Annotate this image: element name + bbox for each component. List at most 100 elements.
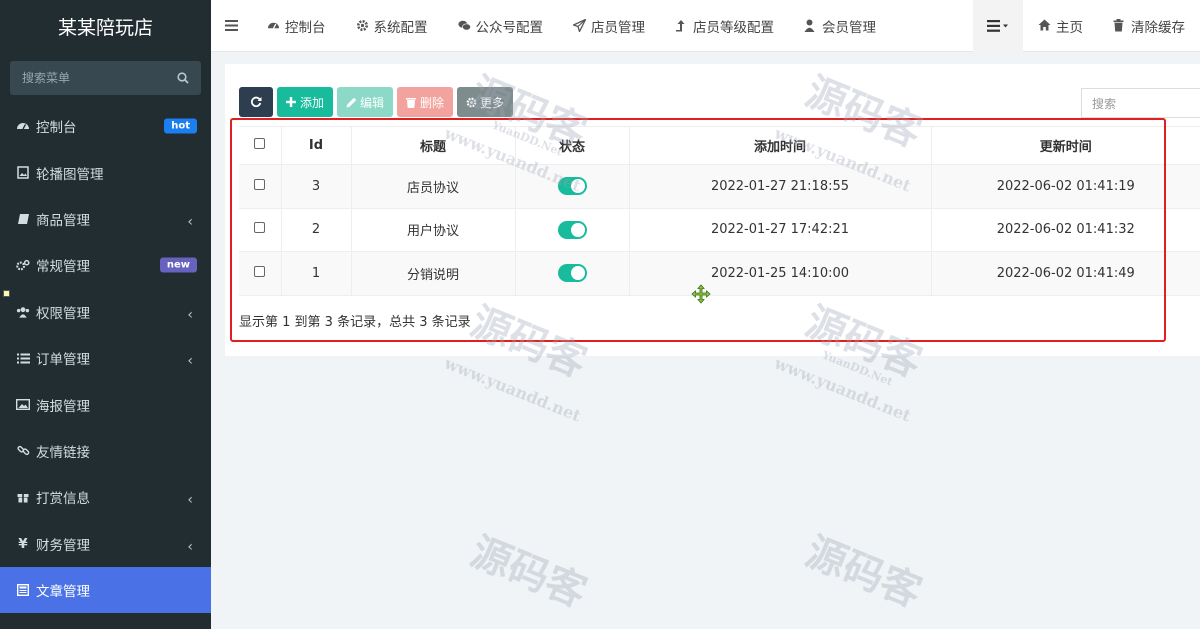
sidebar-item-label: 打赏信息 bbox=[36, 491, 90, 508]
level-up-icon bbox=[675, 19, 688, 32]
sidebar-item-label: 财务管理 bbox=[36, 537, 90, 554]
nav-right-group: 主页 清除缓存 bbox=[973, 0, 1200, 52]
sidebar-item-articles[interactable]: 文章管理 bbox=[0, 566, 211, 614]
nav-tab-wechat-config[interactable]: 公众号配置 bbox=[443, 0, 559, 52]
nav-tab-members[interactable]: 会员管理 bbox=[789, 0, 891, 52]
column-header-id[interactable]: Id bbox=[280, 126, 351, 165]
move-cursor-icon bbox=[691, 284, 711, 304]
home-link[interactable]: 主页 bbox=[1023, 0, 1098, 52]
home-icon bbox=[1038, 19, 1051, 32]
column-header-updated[interactable]: 更新时间 bbox=[930, 126, 1200, 165]
table-search-input[interactable]: 搜索 bbox=[1081, 88, 1200, 118]
table-row[interactable]: 3 店员协议 2022-01-27 21:18:55 2022-06-02 01… bbox=[239, 164, 1200, 209]
status-toggle[interactable] bbox=[557, 220, 587, 239]
nav-tab-label: 店员管理 bbox=[591, 19, 645, 36]
table-toolbar: 添加 编辑 删除 更多 bbox=[239, 87, 514, 117]
watermark-domain: www.yuandd.net bbox=[441, 353, 584, 426]
gear-icon bbox=[356, 19, 369, 32]
pencil-icon bbox=[346, 97, 357, 108]
edit-button[interactable]: 编辑 bbox=[337, 87, 394, 117]
sidebar-item-goods[interactable]: 商品管理 ‹ bbox=[0, 196, 211, 242]
sidebar-item-dashboard[interactable]: 控制台 hot bbox=[0, 103, 211, 149]
sidebar-item-permission[interactable]: 权限管理 ‹ bbox=[0, 289, 211, 335]
sidebar-toggle-button[interactable] bbox=[211, 0, 252, 52]
sidebar-item-finance[interactable]: ¥ 财务管理 ‹ bbox=[0, 521, 211, 567]
top-navbar: 控制台 系统配置 公众号配置 店员管理 店员等级配置 会员管理 主页 清除缓存 bbox=[211, 0, 1200, 52]
trash-icon bbox=[406, 97, 417, 108]
cell-title: 分销说明 bbox=[350, 251, 515, 296]
nav-tab-staff-level[interactable]: 店员等级配置 bbox=[660, 0, 789, 52]
row-checkbox[interactable] bbox=[254, 265, 266, 277]
plus-icon bbox=[286, 96, 297, 108]
sidebar-item-label: 订单管理 bbox=[36, 352, 90, 369]
nav-tab-label: 会员管理 bbox=[822, 19, 876, 36]
refresh-icon bbox=[250, 96, 262, 108]
column-header-title[interactable]: 标题 bbox=[350, 126, 515, 165]
nav-tab-label: 公众号配置 bbox=[475, 19, 544, 36]
cell-status bbox=[514, 251, 629, 296]
gift-icon bbox=[16, 490, 30, 504]
nav-tab-dashboard[interactable]: 控制台 bbox=[252, 0, 341, 52]
add-button[interactable]: 添加 bbox=[277, 87, 334, 117]
table-row[interactable]: 2 用户协议 2022-01-27 17:42:21 2022-06-02 01… bbox=[239, 208, 1200, 252]
delete-button[interactable]: 删除 bbox=[397, 87, 454, 117]
cell-created: 2022-01-27 17:42:21 bbox=[628, 208, 931, 252]
cell-title: 用户协议 bbox=[350, 208, 515, 252]
nav-tab-system-config[interactable]: 系统配置 bbox=[341, 0, 443, 52]
sidebar-item-label: 轮播图管理 bbox=[36, 166, 104, 183]
users-icon bbox=[16, 305, 30, 319]
cell-updated: 2022-06-02 01:41:49 bbox=[930, 251, 1200, 296]
clear-cache-button[interactable]: 清除缓存 bbox=[1098, 0, 1200, 52]
dashboard-icon bbox=[16, 119, 30, 133]
cell-title: 店员协议 bbox=[350, 164, 515, 209]
cell-updated: 2022-06-02 01:41:19 bbox=[930, 164, 1200, 209]
cell-status bbox=[514, 164, 629, 209]
edit-label: 编辑 bbox=[360, 95, 385, 110]
select-all-cell bbox=[239, 126, 281, 165]
sidebar-item-carousel[interactable]: 轮播图管理 bbox=[0, 149, 211, 195]
chevron-left-icon: ‹ bbox=[187, 538, 193, 555]
sidebar-item-label: 商品管理 bbox=[36, 212, 90, 229]
resize-handle[interactable] bbox=[3, 290, 10, 297]
nav-tab-label: 系统配置 bbox=[373, 19, 428, 36]
chevron-left-icon: ‹ bbox=[187, 214, 193, 231]
sidebar-item-poster[interactable]: 海报管理 bbox=[0, 381, 211, 427]
sidebar-item-links[interactable]: 友情链接 bbox=[0, 428, 211, 474]
row-checkbox[interactable] bbox=[254, 178, 266, 190]
menu-search-input[interactable] bbox=[22, 71, 172, 85]
column-header-created[interactable]: 添加时间 bbox=[628, 126, 931, 165]
refresh-button[interactable] bbox=[239, 87, 273, 117]
watermark-domain: www.yuandd.net bbox=[771, 353, 914, 426]
delete-label: 删除 bbox=[420, 95, 445, 110]
image-icon bbox=[16, 166, 30, 180]
sidebar-item-label: 权限管理 bbox=[36, 305, 90, 322]
more-button[interactable]: 更多 bbox=[457, 87, 514, 117]
row-checkbox[interactable] bbox=[254, 222, 266, 234]
select-all-checkbox[interactable] bbox=[254, 138, 266, 149]
list-dropdown-icon bbox=[987, 19, 1008, 32]
status-toggle[interactable] bbox=[557, 264, 587, 283]
brand-title[interactable]: 某某陪玩店 bbox=[0, 0, 211, 52]
more-label: 更多 bbox=[480, 95, 505, 110]
cell-id: 2 bbox=[280, 208, 351, 252]
home-label: 主页 bbox=[1056, 19, 1083, 36]
nav-tab-staff[interactable]: 店员管理 bbox=[558, 0, 660, 52]
new-badge: new bbox=[159, 257, 197, 273]
list-icon bbox=[16, 351, 30, 365]
column-header-status[interactable]: 状态 bbox=[514, 126, 629, 165]
watermark-text: 源码客 bbox=[464, 527, 594, 617]
cell-created: 2022-01-27 21:18:55 bbox=[628, 164, 931, 209]
cell-updated: 2022-06-02 01:41:32 bbox=[930, 208, 1200, 252]
sidebar-item-tips[interactable]: 打赏信息 ‹ bbox=[0, 474, 211, 520]
sidebar-item-label: 海报管理 bbox=[36, 398, 90, 415]
status-toggle[interactable] bbox=[557, 177, 587, 196]
nav-tab-label: 店员等级配置 bbox=[693, 19, 774, 36]
table-row[interactable]: 1 分销说明 2022-01-25 14:10:00 2022-06-02 01… bbox=[239, 251, 1200, 296]
more-nav-dropdown[interactable] bbox=[973, 0, 1023, 52]
row-select-cell bbox=[239, 164, 281, 209]
search-icon[interactable] bbox=[177, 72, 189, 84]
sidebar-item-general[interactable]: 常规管理 new bbox=[0, 242, 211, 288]
cell-id: 1 bbox=[280, 251, 351, 296]
sidebar-item-label: 常规管理 bbox=[36, 259, 90, 276]
sidebar-item-orders[interactable]: 订单管理 ‹ bbox=[0, 335, 211, 381]
